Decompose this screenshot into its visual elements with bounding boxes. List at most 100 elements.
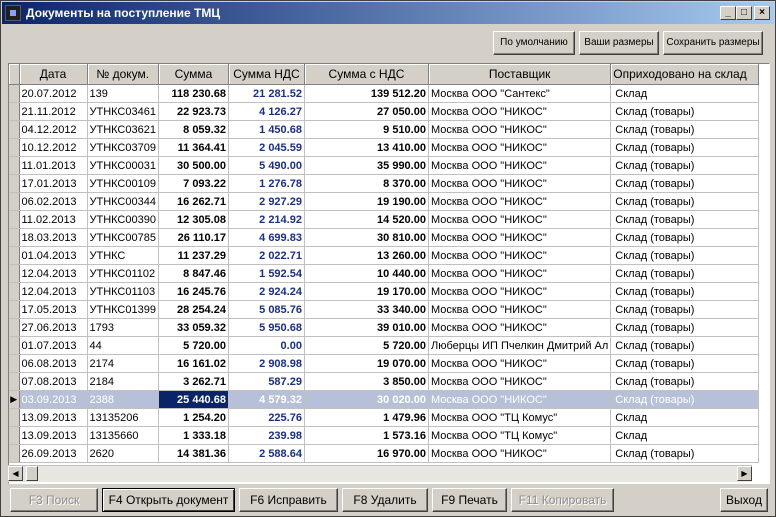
column-header-total[interactable]: Сумма с НДС — [304, 64, 429, 85]
cell-sum[interactable]: 7 093.22 — [158, 174, 229, 193]
cell-vat[interactable]: 5 085.76 — [228, 300, 305, 319]
maximize-button[interactable]: □ — [736, 6, 752, 20]
cell-supplier[interactable]: Люберцы ИП Пчелкин Дмитрий Ал — [428, 336, 612, 355]
cell-supplier[interactable]: Москва ООО "НИКОС" — [428, 210, 612, 229]
cell-total[interactable]: 14 520.00 — [304, 210, 429, 229]
cell-total[interactable]: 5 720.00 — [304, 336, 429, 355]
cell-warehouse[interactable]: Склад (товары) — [610, 156, 760, 175]
cell-total[interactable]: 3 850.00 — [304, 372, 429, 391]
table-row[interactable]: 17.01.2013 УТНКС00109 7 093.22 1 276.78 8 37… — [9, 174, 760, 193]
cell-doc-number[interactable]: УТНКС03709 — [87, 138, 159, 157]
table-row[interactable]: 07.08.2013 2184 3 262.71 587.29 3 850.00 Моск… — [9, 372, 760, 391]
cell-doc-number[interactable]: 13135206 — [87, 408, 159, 427]
cell-total[interactable]: 30 810.00 — [304, 228, 429, 247]
row-indicator[interactable] — [9, 282, 20, 301]
table-row[interactable]: 01.07.2013 44 5 720.00 0.00 5 720.00 Люберцы … — [9, 336, 760, 355]
exit-button[interactable]: Выход — [720, 488, 768, 512]
close-button[interactable]: × — [754, 6, 770, 20]
edit-button[interactable]: F6 Исправить — [239, 488, 338, 512]
cell-supplier[interactable]: Москва ООО "ТЦ Комус" — [428, 408, 612, 427]
cell-sum[interactable]: 16 262.71 — [158, 192, 229, 211]
column-header-doc-number[interactable]: № докум. — [87, 64, 159, 85]
cell-sum[interactable]: 12 305.08 — [158, 210, 229, 229]
cell-doc-number[interactable]: УТНКС00109 — [87, 174, 159, 193]
cell-sum[interactable]: 30 500.00 — [158, 156, 229, 175]
horizontal-scrollbar[interactable]: ◀ ▶ — [8, 465, 752, 482]
cell-supplier[interactable]: Москва ООО "НИКОС" — [428, 138, 612, 157]
table-row[interactable]: 27.06.2013 1793 33 059.32 5 950.68 39 010.00… — [9, 318, 760, 337]
table-row[interactable]: 26.09.2013 2620 14 381.36 2 588.64 16 970.00… — [9, 444, 760, 463]
cell-warehouse[interactable]: Склад — [610, 408, 760, 427]
scroll-thumb[interactable] — [26, 466, 38, 481]
table-row[interactable]: 20.07.2012 139 118 230.68 21 281.52 139 512.… — [9, 84, 760, 103]
row-indicator[interactable] — [9, 120, 20, 139]
cell-total[interactable]: 139 512.20 — [304, 84, 429, 103]
cell-date[interactable]: 18.03.2013 — [19, 228, 88, 247]
table-row[interactable]: 11.01.2013 УТНКС00031 30 500.00 5 490.00 35 … — [9, 156, 760, 175]
cell-warehouse[interactable]: Склад (товары) — [610, 102, 760, 121]
cell-vat[interactable]: 5 950.68 — [228, 318, 305, 337]
table-row[interactable]: ▶ 03.09.2013 2388 25 440.68 4 579.32 30 020.0… — [9, 390, 760, 409]
cell-date[interactable]: 26.09.2013 — [19, 444, 88, 463]
cell-supplier[interactable]: Москва ООО "НИКОС" — [428, 192, 612, 211]
cell-supplier[interactable]: Москва ООО "Сантекс" — [428, 84, 612, 103]
cell-warehouse[interactable]: Склад (товары) — [610, 264, 760, 283]
cell-date[interactable]: 04.12.2012 — [19, 120, 88, 139]
cell-date[interactable]: 07.08.2013 — [19, 372, 88, 391]
cell-supplier[interactable]: Москва ООО "НИКОС" — [428, 156, 612, 175]
cell-date[interactable]: 13.09.2013 — [19, 408, 88, 427]
cell-total[interactable]: 8 370.00 — [304, 174, 429, 193]
cell-sum[interactable]: 28 254.24 — [158, 300, 229, 319]
cell-date[interactable]: 11.01.2013 — [19, 156, 88, 175]
cell-warehouse[interactable]: Склад (товары) — [610, 300, 760, 319]
scroll-right-arrow-icon[interactable]: ▶ — [737, 466, 752, 481]
cell-vat[interactable]: 1 276.78 — [228, 174, 305, 193]
cell-supplier[interactable]: Москва ООО "НИКОС" — [428, 372, 612, 391]
cell-vat[interactable]: 4 126.27 — [228, 102, 305, 121]
table-row[interactable]: 12.04.2013 УТНКС01103 16 245.76 2 924.24 19 … — [9, 282, 760, 301]
cell-total[interactable]: 19 170.00 — [304, 282, 429, 301]
default-sizes-button[interactable]: По умолчанию — [493, 31, 575, 55]
row-indicator[interactable] — [9, 192, 20, 211]
cell-date[interactable]: 13.09.2013 — [19, 426, 88, 445]
cell-sum[interactable]: 8 059.32 — [158, 120, 229, 139]
cell-supplier[interactable]: Москва ООО "НИКОС" — [428, 300, 612, 319]
cell-warehouse[interactable]: Склад (товары) — [610, 372, 760, 391]
cell-supplier[interactable]: Москва ООО "НИКОС" — [428, 354, 612, 373]
cell-total[interactable]: 13 260.00 — [304, 246, 429, 265]
cell-date[interactable]: 03.09.2013 — [19, 390, 88, 409]
cell-supplier[interactable]: Москва ООО "НИКОС" — [428, 444, 612, 463]
cell-date[interactable]: 01.07.2013 — [19, 336, 88, 355]
cell-date[interactable]: 01.04.2013 — [19, 246, 88, 265]
cell-total[interactable]: 13 410.00 — [304, 138, 429, 157]
cell-warehouse[interactable]: Склад (товары) — [610, 354, 760, 373]
table-row[interactable]: 18.03.2013 УТНКС00785 26 110.17 4 699.83 30 … — [9, 228, 760, 247]
cell-doc-number[interactable]: 44 — [87, 336, 159, 355]
cell-vat[interactable]: 2 214.92 — [228, 210, 305, 229]
cell-total[interactable]: 30 020.00 — [304, 390, 429, 409]
cell-vat[interactable]: 4 699.83 — [228, 228, 305, 247]
cell-total[interactable]: 19 190.00 — [304, 192, 429, 211]
documents-grid[interactable]: Дата № докум. Сумма Сумма НДС Сумма с НД… — [8, 63, 770, 484]
row-indicator[interactable] — [9, 102, 20, 121]
cell-supplier[interactable]: Москва ООО "НИКОС" — [428, 390, 612, 409]
your-sizes-button[interactable]: Ваши размеры — [579, 31, 659, 55]
cell-warehouse[interactable]: Склад (товары) — [610, 228, 760, 247]
cell-supplier[interactable]: Москва ООО "НИКОС" — [428, 264, 612, 283]
cell-date[interactable]: 12.04.2013 — [19, 264, 88, 283]
cell-warehouse[interactable]: Склад (товары) — [610, 390, 760, 409]
cell-doc-number[interactable]: УТНКС03461 — [87, 102, 159, 121]
cell-sum[interactable]: 11 364.41 — [158, 138, 229, 157]
cell-warehouse[interactable]: Склад — [610, 84, 760, 103]
row-indicator[interactable] — [9, 228, 20, 247]
cell-supplier[interactable]: Москва ООО "ТЦ Комус" — [428, 426, 612, 445]
cell-warehouse[interactable]: Склад — [610, 426, 760, 445]
cell-sum[interactable]: 33 059.32 — [158, 318, 229, 337]
cell-vat[interactable]: 239.98 — [228, 426, 305, 445]
cell-doc-number[interactable]: 2184 — [87, 372, 159, 391]
row-indicator[interactable] — [9, 372, 20, 391]
cell-vat[interactable]: 2 927.29 — [228, 192, 305, 211]
row-indicator[interactable] — [9, 444, 20, 463]
cell-vat[interactable]: 1 450.68 — [228, 120, 305, 139]
column-header-warehouse[interactable]: Оприходовано на склад — [610, 64, 760, 85]
